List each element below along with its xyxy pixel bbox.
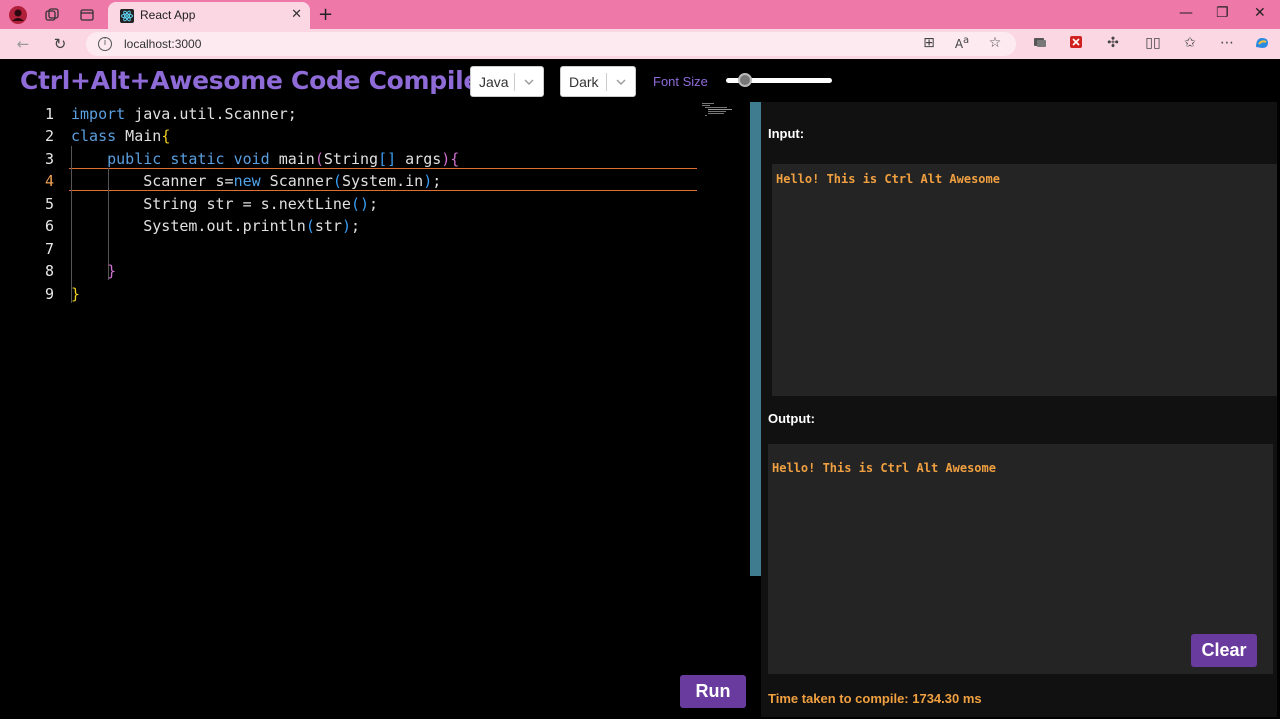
input-textarea[interactable]: Hello! This is Ctrl Alt Awesome [772,164,1277,396]
url-text: localhost:3000 [124,37,202,51]
profile-avatar-icon[interactable] [9,6,27,24]
input-label: Input: [768,126,805,141]
output-text: Hello! This is Ctrl Alt Awesome [772,461,996,475]
close-window-icon[interactable]: ✕ [1254,5,1266,21]
line-number: 5 [44,195,54,213]
compiler-app: Ctrl+Alt+Awesome Code Compiler Java Dark… [4,60,1277,717]
line-number: 1 [44,105,54,123]
url-field[interactable]: i localhost:3000 [86,32,1016,56]
maximize-icon[interactable]: ❐ [1216,5,1229,21]
line-number: 6 [44,217,54,235]
adblock-extension-icon[interactable] [1067,35,1085,53]
tab-title: React App [140,8,196,22]
tab-actions-icon[interactable] [78,6,96,24]
font-size-slider-thumb[interactable] [738,73,752,87]
code-line: } [107,262,117,280]
react-logo-icon [120,8,134,23]
extension-icon[interactable] [1031,35,1049,53]
favorite-star-icon[interactable]: ☆ [986,35,1004,51]
line-number: 7 [44,240,54,258]
code-line: public static void main(String[] args){ [107,150,460,168]
chevron-down-icon[interactable] [522,73,536,91]
compile-time-text: Time taken to compile: 1734.30 ms [768,691,982,706]
workspaces-icon[interactable] [43,6,61,24]
code-line: Scanner s=new Scanner(System.in); [71,172,442,190]
code-line: import java.util.Scanner; [71,105,297,123]
minimize-icon[interactable]: — [1179,5,1193,21]
copilot-icon[interactable] [1253,35,1271,55]
browser-address-bar: ← ↻ i localhost:3000 ⊞ Aa ☆ ✣ ▯▯ ✩ ⋯ [0,29,1280,59]
extensions-puzzle-icon[interactable]: ✣ [1104,35,1122,51]
browser-tab-bar: React App ✕ + — ❐ ✕ [0,0,1280,29]
app-title: Ctrl+Alt+Awesome Code Compiler [20,66,493,95]
run-button[interactable]: Run [680,675,746,708]
language-select-value: Java [479,74,509,90]
back-icon[interactable]: ← [14,35,32,53]
close-tab-icon[interactable]: ✕ [291,7,302,22]
favorites-icon[interactable]: ✩ [1181,35,1199,51]
code-editor[interactable]: 1 2 3 4 5 6 7 8 9 import java.util.Scann… [4,102,749,717]
line-number: 3 [44,150,54,168]
more-options-icon[interactable]: ⋯ [1218,35,1236,51]
theme-select[interactable]: Dark [560,66,636,97]
line-number: 4 [44,172,54,190]
select-separator [514,73,515,91]
select-separator [606,73,607,91]
code-line: class Main{ [71,127,171,145]
line-number: 9 [44,285,54,303]
clear-button[interactable]: Clear [1191,634,1257,667]
editor-minimap[interactable] [702,102,734,116]
read-aloud-icon[interactable]: Aa [953,35,971,51]
line-number: 8 [44,262,54,280]
tab-react-app[interactable]: React App ✕ [108,2,310,29]
split-screen-icon[interactable]: ▯▯ [1144,35,1162,51]
site-info-icon[interactable]: i [98,37,112,51]
io-panel: Input: Hello! This is Ctrl Alt Awesome O… [761,102,1277,717]
code-line: String str = s.nextLine(); [71,195,379,213]
code-line: } [71,285,81,303]
font-size-label: Font Size [653,74,708,89]
line-number: 2 [44,127,54,145]
new-tab-icon[interactable]: + [318,4,333,25]
language-select[interactable]: Java [470,66,544,97]
theme-select-value: Dark [569,74,599,90]
output-label: Output: [768,411,815,426]
code-line: System.out.println(str); [71,217,360,235]
app-available-icon[interactable]: ⊞ [920,35,938,51]
chevron-down-icon[interactable] [614,73,628,91]
refresh-icon[interactable]: ↻ [51,35,69,53]
editor-scrollbar[interactable] [750,102,761,576]
